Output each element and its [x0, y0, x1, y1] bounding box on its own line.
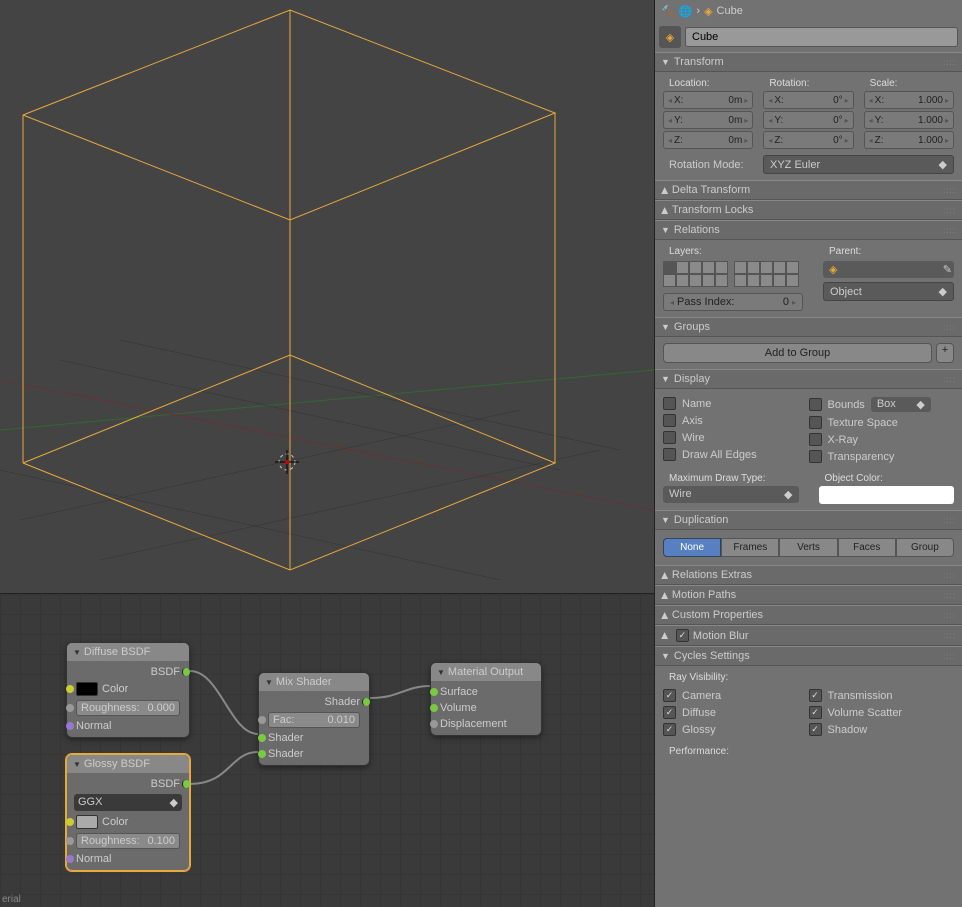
panel-header-custom-properties[interactable]: ▶Custom Properties:::: [655, 605, 962, 625]
panel-header-motion-blur[interactable]: ▶Motion Blur:::: [655, 625, 962, 646]
glossy-roughness-field[interactable]: Roughness:0.100 [76, 833, 180, 849]
panel-header-display[interactable]: ▼Display:::: [655, 369, 962, 389]
display-xray-checkbox[interactable] [809, 433, 822, 446]
rotation-mode-select[interactable]: XYZ Euler◆ [763, 155, 954, 174]
cycles-volume-scatter-checkbox[interactable] [809, 706, 822, 719]
display-transparency-checkbox[interactable] [809, 450, 822, 463]
node-material-output[interactable]: ▼Material Output Surface Volume Displace… [430, 662, 542, 736]
glossy-title: Glossy BSDF [84, 758, 150, 770]
display-texture-space-checkbox[interactable] [809, 416, 822, 429]
cycles-diffuse-checkbox[interactable] [663, 706, 676, 719]
scale-z-field[interactable]: ◂Z:1.000▸ [864, 131, 954, 149]
loc-x-field[interactable]: ◂X:0m▸ [663, 91, 753, 109]
dup-tab-verts[interactable]: Verts [779, 538, 837, 557]
node-glossy-bsdf[interactable]: ▼Glossy BSDF BSDF GGX◆ Color Roughness:0… [66, 754, 190, 871]
diffuse-color-swatch[interactable] [76, 682, 98, 696]
panel-header-relations[interactable]: ▼Relations:::: [655, 220, 962, 240]
parent-field[interactable]: ◈✎ [823, 261, 954, 278]
mix-fac-field[interactable]: Fac:0.010 [268, 712, 360, 728]
rot-x-field[interactable]: ◂X:0°▸ [763, 91, 853, 109]
editor-footer: erial [2, 894, 21, 905]
scale-y-field[interactable]: ◂Y:1.000▸ [864, 111, 954, 129]
loc-z-field[interactable]: ◂Z:0m▸ [663, 131, 753, 149]
diffuse-roughness-field[interactable]: Roughness:0.000 [76, 700, 180, 716]
max-draw-type-select[interactable]: Wire◆ [663, 486, 799, 503]
world-icon: 🌐 [679, 5, 693, 18]
cycles-glossy-checkbox[interactable] [663, 723, 676, 736]
dup-tab-group[interactable]: Group [896, 538, 954, 557]
display-name-checkbox[interactable] [663, 397, 676, 410]
glossy-color-swatch[interactable] [76, 815, 98, 829]
panel-header-motion-paths[interactable]: ▶Motion Paths:::: [655, 585, 962, 605]
panel-header-groups[interactable]: ▼Groups:::: [655, 317, 962, 337]
panel-header-transform-locks[interactable]: ▶Transform Locks:::: [655, 200, 962, 220]
layers-group-1[interactable] [663, 261, 728, 287]
panel-header-delta-transform[interactable]: ▶Delta Transform:::: [655, 180, 962, 200]
node-diffuse-bsdf[interactable]: ▼Diffuse BSDF BSDF Color Roughness:0.000… [66, 642, 190, 738]
mix-title: Mix Shader [276, 676, 332, 688]
panel-header-relations-extras[interactable]: ▶Relations Extras:::: [655, 565, 962, 585]
rot-y-field[interactable]: ◂Y:0°▸ [763, 111, 853, 129]
dup-tab-faces[interactable]: Faces [838, 538, 896, 557]
dup-tab-frames[interactable]: Frames [721, 538, 779, 557]
display-bounds-checkbox[interactable] [809, 398, 822, 411]
diffuse-title: Diffuse BSDF [84, 646, 150, 658]
dup-tab-none[interactable]: None [663, 538, 721, 557]
layers-group-2[interactable] [734, 261, 799, 287]
display-wire-checkbox[interactable] [663, 431, 676, 444]
eyedropper-icon[interactable]: ✎ [943, 263, 952, 276]
cursor-3d-icon [275, 450, 299, 474]
glossy-distribution-select[interactable]: GGX◆ [74, 794, 182, 811]
3d-viewport[interactable] [0, 0, 654, 594]
cube-icon: ◈ [704, 5, 712, 18]
display-draw-all-edges-checkbox[interactable] [663, 448, 676, 461]
scene-icon: 🔨 [661, 5, 675, 18]
scale-x-field[interactable]: ◂X:1.000▸ [864, 91, 954, 109]
cycles-shadow-checkbox[interactable] [809, 723, 822, 736]
motion-blur-checkbox[interactable] [676, 629, 689, 642]
cycles-camera-checkbox[interactable] [663, 689, 676, 702]
panel-header-duplication[interactable]: ▼Duplication:::: [655, 510, 962, 530]
display-axis-checkbox[interactable] [663, 414, 676, 427]
node-mix-shader[interactable]: ▼Mix Shader Shader Fac:0.010 Shader Shad… [258, 672, 370, 766]
panel-header-transform[interactable]: ▼Transform:::: [655, 52, 962, 72]
node-editor[interactable]: ▼Diffuse BSDF BSDF Color Roughness:0.000… [0, 594, 654, 907]
panel-header-cycles-settings[interactable]: ▼Cycles Settings:::: [655, 646, 962, 666]
cycles-transmission-checkbox[interactable] [809, 689, 822, 702]
add-to-group-button[interactable]: Add to Group [663, 343, 932, 363]
viewport-cube [0, 0, 654, 594]
parent-type-select[interactable]: Object◆ [823, 282, 954, 301]
add-new-group-button[interactable]: + [936, 343, 954, 363]
output-title: Material Output [448, 666, 523, 678]
rot-z-field[interactable]: ◂Z:0°▸ [763, 131, 853, 149]
bounds-type-select[interactable]: Box◆ [871, 397, 931, 412]
pass-index-field[interactable]: ◂Pass Index:0▸ [663, 293, 803, 311]
object-color-swatch[interactable] [819, 486, 955, 504]
loc-y-field[interactable]: ◂Y:0m▸ [663, 111, 753, 129]
object-cube-icon[interactable]: ◈ [659, 26, 681, 48]
object-name-input[interactable]: Cube [685, 27, 958, 47]
breadcrumb: 🔨 🌐 › ◈ Cube [655, 0, 962, 22]
